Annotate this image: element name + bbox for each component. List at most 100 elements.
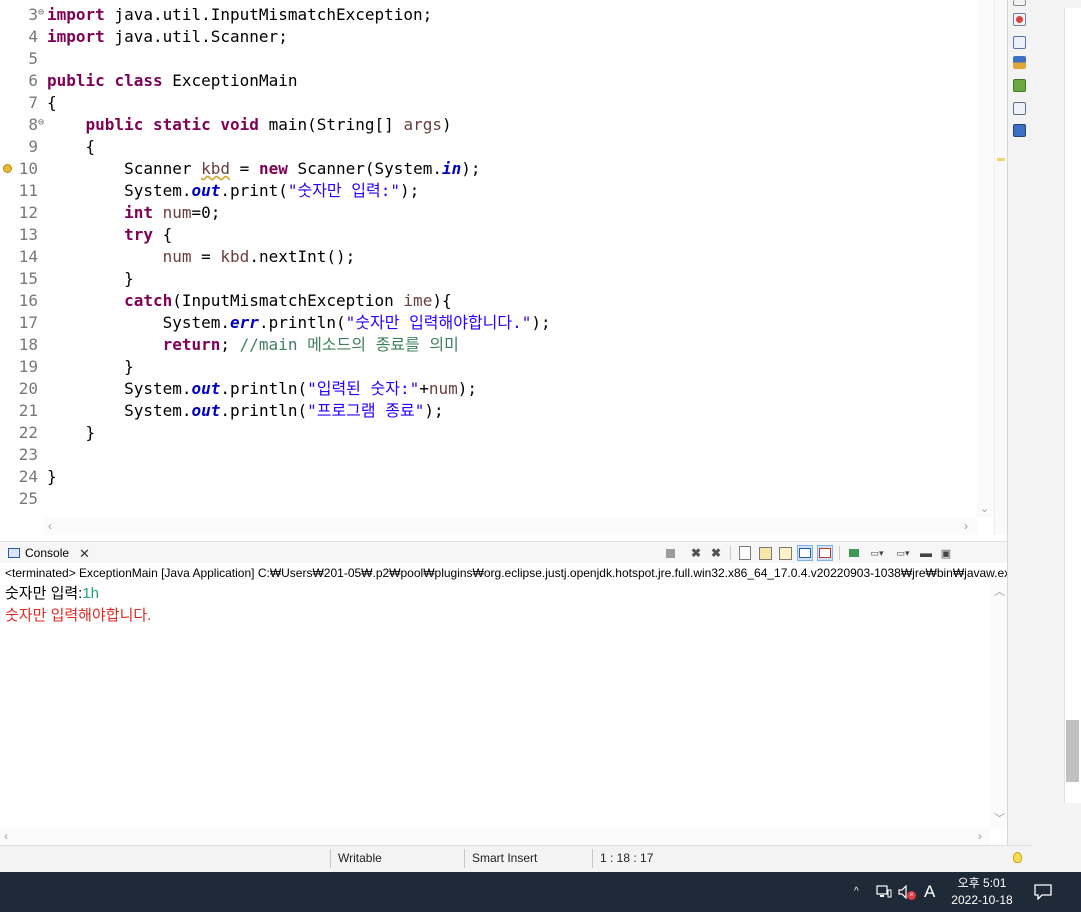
console-vertical-scrollbar[interactable]: ︿ ﹀ bbox=[990, 583, 1007, 828]
restore-icon[interactable] bbox=[1013, 0, 1026, 6]
console-view-header: Console ✕ ✖ ✖ ▭▾ ▭▾ ▬ ▣ bbox=[0, 541, 1007, 563]
code-line[interactable]: return; //main 메소드의 종료를 의미 bbox=[47, 334, 977, 356]
code-line[interactable]: { bbox=[47, 136, 977, 158]
code-line[interactable]: } bbox=[47, 466, 977, 488]
clock-time: 오후 5:01 bbox=[957, 876, 1007, 890]
right-trim-toolbar bbox=[1007, 0, 1032, 872]
line-number-text: 23 bbox=[18, 445, 38, 464]
scroll-down-arrow-icon[interactable]: ﹀ bbox=[994, 810, 1005, 826]
code-line[interactable]: System.err.println("숫자만 입력해야합니다."); bbox=[47, 312, 977, 334]
code-token: //main 메소드의 종료를 의미 bbox=[239, 335, 459, 354]
java-editor[interactable]: 3 ⊖ 4 5 6 7 8 ⊖ 9 10 11 12 13 14 15 16 17 18 19 20 21 22 23 24 2… bbox=[0, 0, 1007, 535]
type-hierarchy-icon[interactable] bbox=[1013, 56, 1026, 69]
task-list-icon[interactable] bbox=[1013, 79, 1026, 92]
code-token: num bbox=[162, 247, 192, 266]
code-token: ); bbox=[461, 159, 481, 178]
code-line[interactable] bbox=[47, 444, 977, 466]
code-line[interactable]: catch(InputMismatchException ime){ bbox=[47, 290, 977, 312]
scroll-left-arrow-icon[interactable]: ‹ bbox=[4, 828, 8, 845]
remove-all-icon[interactable]: ✖ bbox=[708, 545, 724, 561]
console-output[interactable]: 숫자만 입력:1h 숫자만 입력해야합니다. bbox=[0, 583, 990, 828]
code-line[interactable] bbox=[47, 488, 977, 510]
code-line[interactable]: import java.util.Scanner; bbox=[47, 26, 977, 48]
javadoc-icon[interactable] bbox=[1013, 102, 1026, 115]
network-icon[interactable] bbox=[876, 872, 892, 912]
scroll-lock-icon[interactable] bbox=[757, 545, 773, 561]
code-line[interactable] bbox=[47, 48, 977, 70]
line-number: 7 bbox=[0, 92, 44, 114]
lightbulb-icon[interactable] bbox=[1013, 852, 1022, 863]
clear-console-icon[interactable] bbox=[737, 545, 753, 561]
line-number: 25 bbox=[0, 488, 44, 510]
minimize-icon[interactable]: ▬ bbox=[918, 545, 934, 561]
code-line[interactable]: try { bbox=[47, 224, 977, 246]
code-token: import bbox=[47, 5, 105, 24]
word-wrap-icon[interactable] bbox=[777, 545, 793, 561]
package-explorer-icon[interactable] bbox=[1013, 13, 1026, 26]
outline-icon[interactable] bbox=[1013, 36, 1026, 49]
scroll-up-arrow-icon[interactable]: ︿ bbox=[994, 583, 1005, 599]
ime-indicator[interactable]: A bbox=[924, 872, 935, 912]
code-line[interactable]: public class ExceptionMain bbox=[47, 70, 977, 92]
code-token: = bbox=[230, 159, 259, 178]
display-console-icon[interactable]: ▭▾ bbox=[866, 545, 888, 561]
overview-ruler[interactable] bbox=[994, 0, 1007, 535]
code-token: .println( bbox=[258, 313, 346, 332]
code-line[interactable]: Scanner kbd = new Scanner(System.in); bbox=[47, 158, 977, 180]
fold-toggle-icon[interactable]: ⊖ bbox=[38, 8, 44, 18]
show-stdout-icon[interactable] bbox=[797, 545, 813, 561]
system-clock[interactable]: 오후 5:01 2022-10-18 bbox=[944, 875, 1020, 909]
code-line[interactable]: System.out.print("숫자만 입력:"); bbox=[47, 180, 977, 202]
code-area[interactable]: import java.util.InputMismatchException;… bbox=[47, 4, 977, 510]
close-icon[interactable]: ✕ bbox=[79, 543, 90, 564]
background-scroll-thumb[interactable] bbox=[1066, 720, 1079, 782]
console-horizontal-scrollbar[interactable]: ‹ › bbox=[0, 828, 990, 845]
code-line[interactable]: } bbox=[47, 268, 977, 290]
remove-launch-icon[interactable]: ✖ bbox=[688, 545, 704, 561]
code-line[interactable]: int num=0; bbox=[47, 202, 977, 224]
pin-console-icon[interactable] bbox=[846, 545, 862, 561]
code-line[interactable]: { bbox=[47, 92, 977, 114]
code-token: void bbox=[220, 115, 259, 134]
open-console-icon[interactable]: ▭▾ bbox=[892, 545, 914, 561]
line-number: 20 bbox=[0, 378, 44, 400]
warning-icon[interactable] bbox=[3, 164, 12, 173]
line-number: 13 bbox=[0, 224, 44, 246]
code-token: "입력된 숫자:" bbox=[307, 379, 420, 398]
terminate-icon[interactable] bbox=[662, 545, 678, 561]
scroll-right-arrow-icon[interactable]: › bbox=[964, 518, 968, 535]
scroll-right-arrow-icon[interactable]: › bbox=[978, 828, 982, 845]
warning-marker[interactable] bbox=[997, 158, 1005, 161]
code-line[interactable]: } bbox=[47, 422, 977, 444]
tab-console[interactable]: Console ✕ bbox=[0, 542, 90, 564]
code-token: ExceptionMain bbox=[162, 71, 298, 90]
tray-chevron-icon[interactable]: ^ bbox=[854, 872, 859, 912]
line-number: 10 bbox=[0, 158, 44, 180]
line-number-text: 24 bbox=[18, 467, 38, 486]
insert-mode-status[interactable]: Smart Insert bbox=[472, 846, 537, 872]
code-line[interactable]: import java.util.InputMismatchException; bbox=[47, 4, 977, 26]
code-token: } bbox=[47, 357, 134, 376]
scroll-left-arrow-icon[interactable]: ‹ bbox=[48, 518, 52, 535]
fold-toggle-icon[interactable]: ⊖ bbox=[38, 118, 44, 128]
writable-status: Writable bbox=[338, 851, 382, 865]
code-line[interactable]: num = kbd.nextInt(); bbox=[47, 246, 977, 268]
code-token: import bbox=[47, 27, 105, 46]
line-number-text: 3 bbox=[28, 5, 38, 24]
code-line[interactable]: public static void main(String[] args) bbox=[47, 114, 977, 136]
editor-horizontal-scrollbar[interactable]: ‹ › bbox=[44, 518, 977, 535]
declaration-icon[interactable] bbox=[1013, 124, 1026, 137]
scroll-down-arrow-icon[interactable]: ⌄ bbox=[980, 502, 989, 515]
code-line[interactable]: } bbox=[47, 356, 977, 378]
code-line[interactable]: System.out.println("입력된 숫자:"+num); bbox=[47, 378, 977, 400]
code-line[interactable]: System.out.println("프로그램 종료"); bbox=[47, 400, 977, 422]
notification-center-icon[interactable] bbox=[1034, 872, 1052, 912]
maximize-icon[interactable]: ▣ bbox=[938, 545, 954, 561]
show-stderr-icon[interactable] bbox=[817, 545, 833, 561]
code-token: num bbox=[428, 379, 458, 398]
code-token: System. bbox=[47, 181, 192, 200]
editor-vertical-scrollbar[interactable]: ⌄ bbox=[977, 0, 994, 518]
console-stdout-line: 숫자만 입력:1h bbox=[0, 583, 990, 605]
